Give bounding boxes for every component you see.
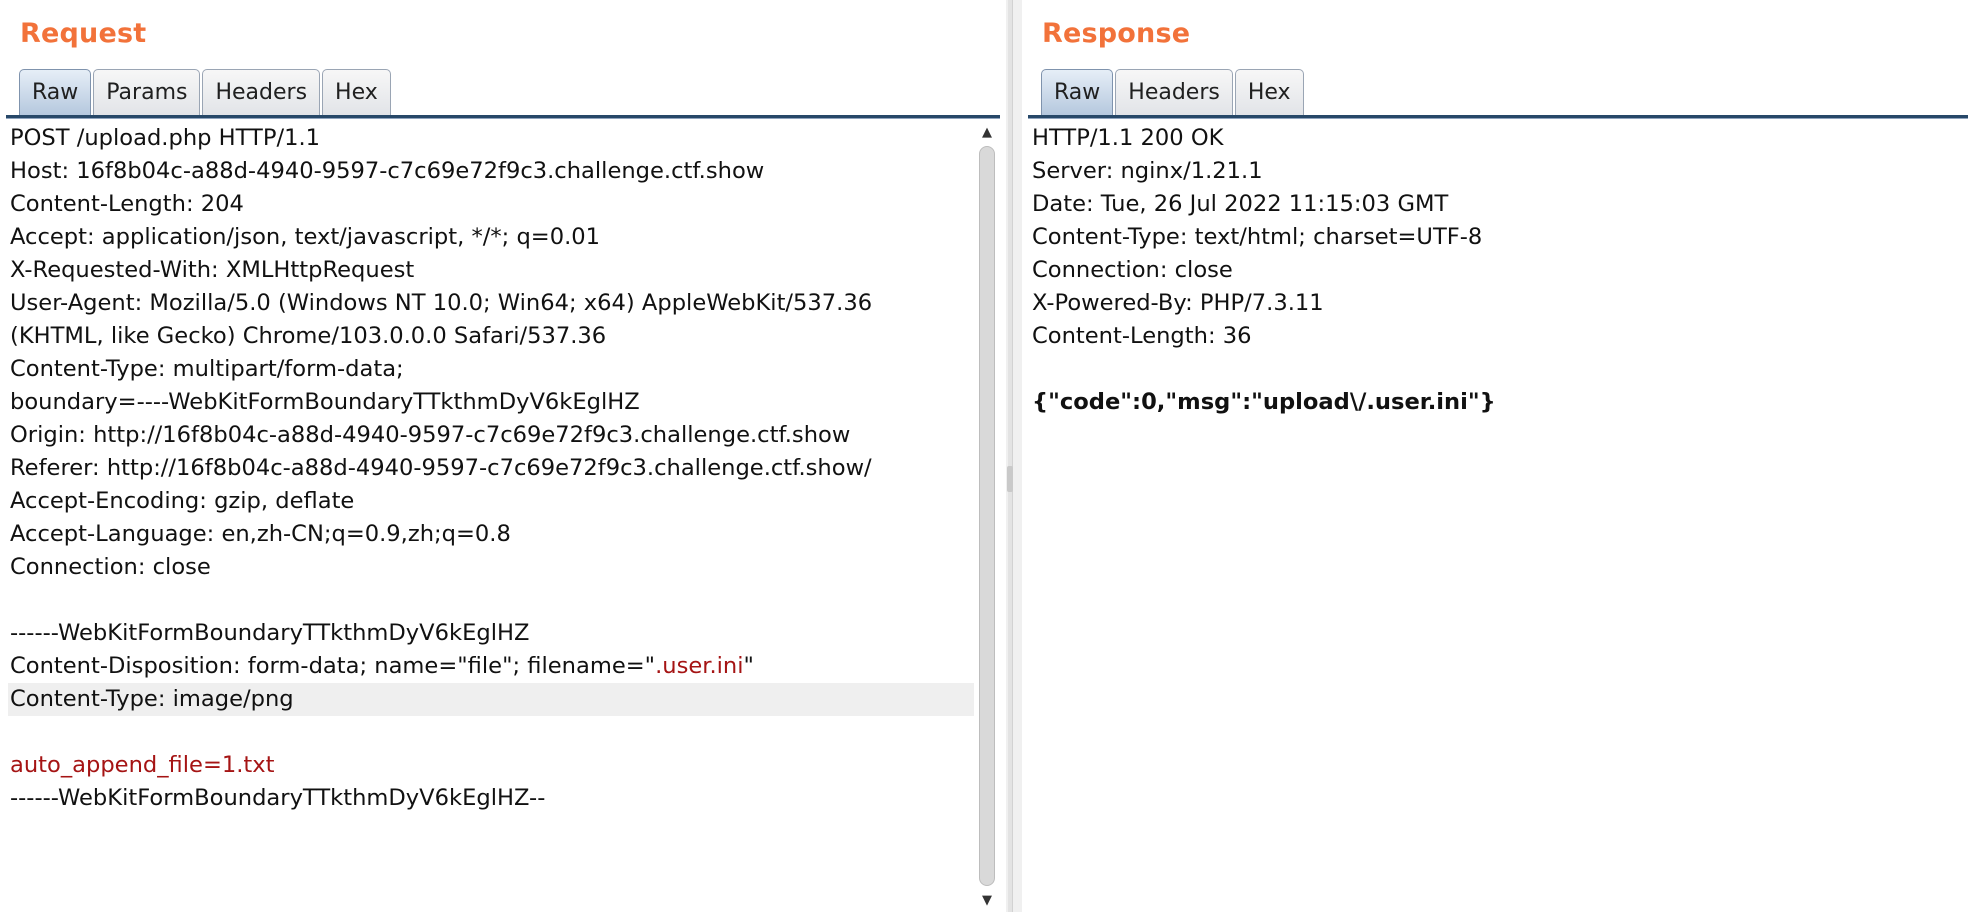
request-line: POST /upload.php HTTP/1.1 — [10, 125, 321, 151]
request-line: Content-Length: 204 — [10, 191, 244, 217]
tab-request-params[interactable]: Params — [93, 69, 201, 115]
response-pane: Response Raw Headers Hex HTTP/1.1 200 OK… — [1022, 0, 1974, 912]
request-scrollbar[interactable]: ▲ ▼ — [978, 122, 996, 912]
response-line — [1030, 353, 1942, 386]
scrollbar-thumb[interactable] — [979, 146, 995, 886]
response-editor[interactable]: HTTP/1.1 200 OK Server: nginx/1.21.1 Dat… — [1028, 122, 1968, 912]
response-body: {"code":0,"msg":"upload\/.user.ini"} — [1032, 389, 1496, 415]
disposition-prefix: Content-Disposition: form-data; name="fi… — [10, 653, 656, 679]
splitter-bar[interactable] — [1008, 0, 1013, 912]
response-tab-underline — [1028, 115, 1968, 119]
scroll-down-arrow-icon[interactable]: ▼ — [978, 892, 996, 910]
tab-response-headers[interactable]: Headers — [1115, 69, 1233, 115]
disposition-suffix: " — [743, 653, 754, 679]
response-line: Content-Length: 36 — [1032, 323, 1252, 349]
splitter-grip-icon[interactable] — [1007, 466, 1013, 492]
request-editor[interactable]: POST /upload.php HTTP/1.1 Host: 16f8b04c… — [6, 122, 1000, 912]
request-text[interactable]: POST /upload.php HTTP/1.1 Host: 16f8b04c… — [8, 122, 974, 815]
pane-splitter[interactable] — [1006, 0, 1022, 912]
request-line: Accept-Language: en,zh-CN;q=0.9,zh;q=0.8 — [10, 521, 511, 547]
response-text[interactable]: HTTP/1.1 200 OK Server: nginx/1.21.1 Dat… — [1030, 122, 1942, 419]
request-line: X-Requested-With: XMLHttpRequest — [10, 257, 415, 283]
tab-request-hex[interactable]: Hex — [322, 69, 391, 115]
response-line: Content-Type: text/html; charset=UTF-8 — [1032, 224, 1483, 250]
response-line: Date: Tue, 26 Jul 2022 11:15:03 GMT — [1032, 191, 1449, 217]
request-line: Host: 16f8b04c-a88d-4940-9597-c7c69e72f9… — [10, 158, 765, 184]
current-line: Content-Type: image/png — [8, 683, 974, 716]
request-line: Accept-Encoding: gzip, deflate — [10, 488, 355, 514]
response-title: Response — [1042, 18, 1191, 49]
request-line — [8, 716, 974, 749]
response-line: HTTP/1.1 200 OK — [1032, 125, 1224, 151]
request-line: User-Agent: Mozilla/5.0 (Windows NT 10.0… — [10, 290, 873, 316]
request-title: Request — [20, 18, 147, 49]
request-tab-underline — [6, 115, 1000, 119]
payload-line: auto_append_file=1.txt — [10, 752, 275, 778]
response-tabs: Raw Headers Hex — [1041, 69, 1304, 117]
request-line: Connection: close — [10, 554, 211, 580]
response-line: X-Powered-By: PHP/7.3.11 — [1032, 290, 1324, 316]
response-line: Server: nginx/1.21.1 — [1032, 158, 1263, 184]
disposition-filename: .user.ini — [655, 653, 744, 679]
request-line: Content-Type: multipart/form-data; — [10, 356, 404, 382]
response-line: Connection: close — [1032, 257, 1233, 283]
content-disposition-line: Content-Disposition: form-data; name="fi… — [8, 650, 974, 683]
request-line: Origin: http://16f8b04c-a88d-4940-9597-c… — [10, 422, 851, 448]
request-line: ------WebKitFormBoundaryTTkthmDyV6kEglHZ — [10, 620, 530, 646]
request-tabs: Raw Params Headers Hex — [19, 69, 391, 117]
request-line — [8, 584, 974, 617]
scroll-up-arrow-icon[interactable]: ▲ — [978, 124, 996, 142]
tab-request-raw[interactable]: Raw — [19, 69, 92, 115]
request-line: boundary=----WebKitFormBoundaryTTkthmDyV… — [10, 389, 640, 415]
request-line: ------WebKitFormBoundaryTTkthmDyV6kEglHZ… — [10, 785, 546, 811]
request-pane: Request Raw Params Headers Hex POST /upl… — [0, 0, 1006, 912]
request-line: (KHTML, like Gecko) Chrome/103.0.0.0 Saf… — [10, 323, 607, 349]
request-line: Accept: application/json, text/javascrip… — [10, 224, 601, 250]
tab-response-hex[interactable]: Hex — [1234, 69, 1304, 115]
tab-request-headers[interactable]: Headers — [202, 69, 321, 115]
request-line: Referer: http://16f8b04c-a88d-4940-9597-… — [10, 455, 872, 481]
tab-response-raw[interactable]: Raw — [1041, 69, 1114, 115]
